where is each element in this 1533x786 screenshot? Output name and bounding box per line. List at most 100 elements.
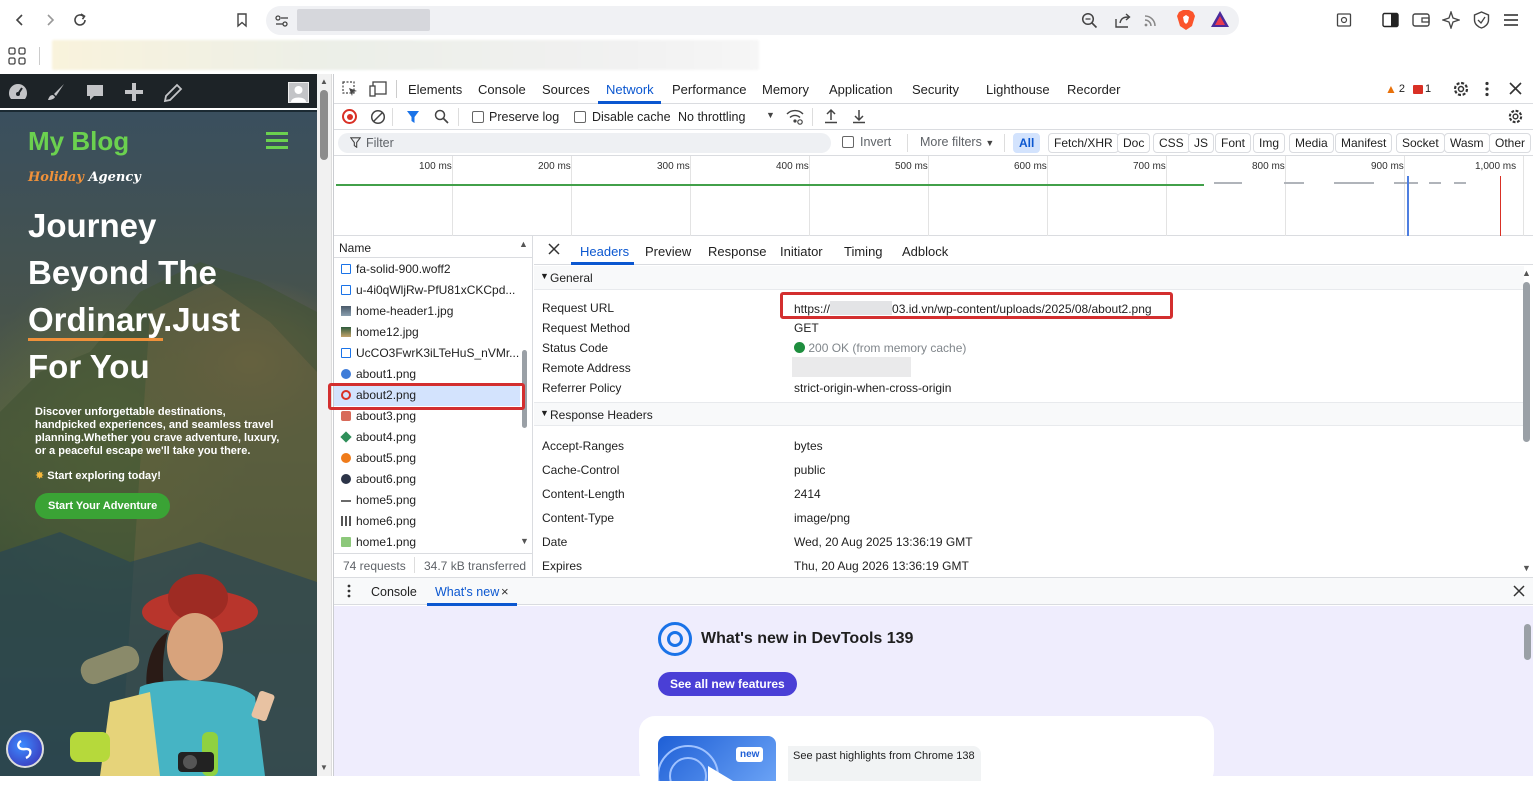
- tab-elements[interactable]: Elements: [408, 82, 462, 97]
- request-row[interactable]: UcCO3FwrK3iLTeHuS_nVMr...: [334, 343, 520, 364]
- request-row[interactable]: home5.png: [334, 490, 520, 511]
- more-options-icon[interactable]: [1484, 81, 1490, 97]
- request-row[interactable]: fa-solid-900.woff2: [334, 259, 520, 280]
- search-icon[interactable]: [434, 109, 449, 124]
- type-filter-doc[interactable]: Doc: [1117, 133, 1151, 153]
- site-settings-icon[interactable]: [274, 14, 290, 28]
- close-drawer-icon[interactable]: [1513, 585, 1525, 597]
- settings-gear-icon[interactable]: [1452, 80, 1470, 98]
- type-filter-css[interactable]: CSS: [1153, 133, 1190, 153]
- tab-headers[interactable]: Headers: [580, 244, 629, 259]
- clear-icon[interactable]: [370, 109, 386, 125]
- throttling-select[interactable]: No throttling: [678, 110, 745, 124]
- reload-icon[interactable]: [70, 10, 90, 30]
- start-adventure-button[interactable]: Start Your Adventure: [35, 493, 171, 519]
- type-filter-wasm[interactable]: Wasm: [1444, 133, 1490, 153]
- response-headers-section-header[interactable]: ▼ Response Headers: [534, 402, 1524, 426]
- type-filter-all[interactable]: All: [1013, 133, 1041, 153]
- network-conditions-icon[interactable]: [786, 109, 804, 125]
- device-toolbar-icon[interactable]: [369, 81, 387, 97]
- chat-widget-icon[interactable]: [6, 730, 44, 768]
- network-settings-icon[interactable]: [1507, 108, 1524, 125]
- name-column-header[interactable]: Name ▲: [334, 236, 532, 258]
- vpn-icon[interactable]: [1473, 11, 1490, 29]
- network-overview-timeline[interactable]: 100 ms 200 ms 300 ms 400 ms 500 ms 600 m…: [334, 156, 1533, 236]
- filter-funnel-icon[interactable]: [406, 110, 420, 124]
- request-row[interactable]: about5.png: [334, 448, 520, 469]
- tab-preview[interactable]: Preview: [645, 244, 691, 259]
- scroll-down-icon[interactable]: ▼: [1522, 563, 1531, 573]
- disable-cache-checkbox[interactable]: [574, 111, 586, 123]
- edit-pencil-icon[interactable]: [163, 83, 183, 103]
- type-filter-fetch-xhr[interactable]: Fetch/XHR: [1048, 133, 1119, 153]
- back-icon[interactable]: [10, 10, 30, 30]
- type-filter-img[interactable]: Img: [1253, 133, 1286, 153]
- tab-application[interactable]: Application: [829, 82, 893, 97]
- request-row[interactable]: home-header1.jpg: [334, 301, 520, 322]
- scroll-down-icon[interactable]: ▼: [520, 536, 529, 546]
- type-filter-font[interactable]: Font: [1215, 133, 1252, 153]
- drawer-scrollbar-thumb[interactable]: [1524, 624, 1531, 660]
- type-filter-js[interactable]: JS: [1188, 133, 1215, 153]
- tab-console[interactable]: Console: [478, 82, 526, 97]
- record-stop-icon[interactable]: [342, 109, 357, 124]
- see-all-features-button[interactable]: See all new features: [658, 672, 797, 696]
- forward-icon[interactable]: [40, 10, 60, 30]
- share-icon[interactable]: [1114, 12, 1132, 29]
- scroll-up-icon[interactable]: ▲: [320, 77, 328, 86]
- type-filter-socket[interactable]: Socket: [1396, 133, 1445, 153]
- import-har-icon[interactable]: [824, 108, 838, 124]
- type-filter-manifest[interactable]: Manifest: [1335, 133, 1393, 153]
- tab-initiator[interactable]: Initiator: [780, 244, 823, 259]
- tab-recorder[interactable]: Recorder: [1067, 82, 1120, 97]
- new-content-icon[interactable]: [124, 82, 144, 102]
- avatar[interactable]: [288, 82, 309, 103]
- reader-mode-icon[interactable]: [1336, 12, 1352, 28]
- hamburger-icon[interactable]: [266, 132, 288, 150]
- more-filters-dropdown[interactable]: More filters ▼: [920, 135, 994, 149]
- close-tab-icon[interactable]: ×: [501, 584, 509, 599]
- preserve-log-checkbox[interactable]: [472, 111, 484, 123]
- close-devtools-icon[interactable]: [1509, 82, 1522, 95]
- drawer-menu-icon[interactable]: [347, 584, 351, 598]
- brand-title[interactable]: My Blog: [28, 126, 129, 157]
- invert-checkbox[interactable]: [842, 136, 854, 148]
- issues-counter[interactable]: ▲ 2 1: [1385, 82, 1431, 96]
- request-row[interactable]: about1.png: [334, 364, 520, 385]
- drawer-tab-whats-new[interactable]: What's new: [435, 585, 499, 599]
- bookmark-icon[interactable]: [232, 10, 252, 30]
- request-row[interactable]: about6.png: [334, 469, 520, 490]
- general-section-header[interactable]: ▼ General: [534, 266, 1524, 290]
- tab-sources[interactable]: Sources: [542, 82, 590, 97]
- dashboard-icon[interactable]: [7, 82, 29, 102]
- tab-performance[interactable]: Performance: [672, 82, 746, 97]
- chevron-down-icon[interactable]: ▼: [766, 110, 775, 120]
- tab-response[interactable]: Response: [708, 244, 767, 259]
- menu-icon[interactable]: [1503, 13, 1519, 27]
- type-filter-other[interactable]: Other: [1489, 133, 1532, 153]
- brave-shields-icon[interactable]: [1176, 9, 1196, 31]
- inspect-element-icon[interactable]: [342, 81, 358, 97]
- tab-timing[interactable]: Timing: [844, 244, 883, 259]
- sidebar-icon[interactable]: [1382, 12, 1399, 28]
- comments-icon[interactable]: [85, 83, 105, 102]
- tab-memory[interactable]: Memory: [762, 82, 809, 97]
- tab-network[interactable]: Network: [606, 82, 654, 97]
- detail-scrollbar-thumb[interactable]: [1523, 282, 1530, 442]
- close-detail-icon[interactable]: [548, 243, 560, 255]
- apps-icon[interactable]: [8, 47, 26, 65]
- request-row[interactable]: home12.jpg: [334, 322, 520, 343]
- scroll-down-icon[interactable]: ▼: [320, 763, 328, 772]
- wallet-icon[interactable]: [1412, 12, 1430, 28]
- type-filter-media[interactable]: Media: [1289, 133, 1334, 153]
- page-scrollbar-thumb[interactable]: [320, 90, 328, 160]
- export-har-icon[interactable]: [852, 108, 866, 124]
- request-row[interactable]: about4.png: [334, 427, 520, 448]
- tab-security[interactable]: Security: [912, 82, 959, 97]
- brave-rewards-icon[interactable]: [1210, 10, 1230, 29]
- tab-adblock[interactable]: Adblock: [902, 244, 948, 259]
- request-row[interactable]: u-4i0qWljRw-PfU81xCKCpd...: [334, 280, 520, 301]
- customize-brush-icon[interactable]: [46, 82, 66, 102]
- rss-icon[interactable]: [1143, 12, 1159, 28]
- request-row[interactable]: home6.png: [334, 511, 520, 532]
